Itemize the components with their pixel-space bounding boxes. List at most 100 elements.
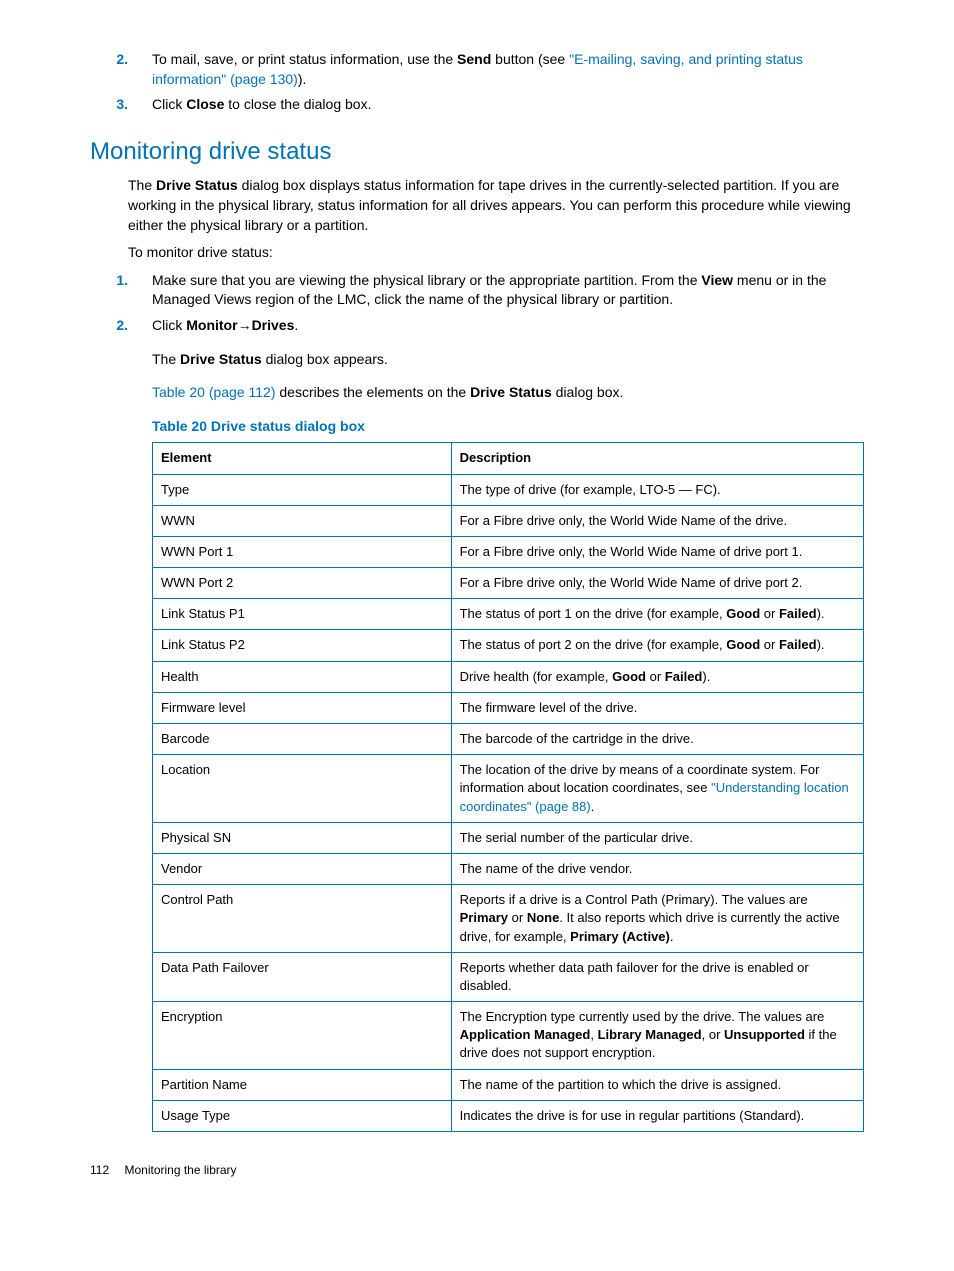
text: The serial number of the particular driv… — [460, 830, 693, 845]
list-number: 3. — [90, 95, 152, 115]
page-number: 112 — [90, 1163, 109, 1177]
text: , or — [702, 1027, 724, 1042]
cell-element: Location — [153, 755, 452, 823]
table-row: VendorThe name of the drive vendor. — [153, 853, 864, 884]
list-body: Click Monitor→Drives. — [152, 316, 864, 336]
bold: Good — [726, 606, 760, 621]
cell-desc: The location of the drive by means of a … — [451, 755, 863, 823]
bold: Primary (Active) — [570, 929, 670, 944]
text: For a Fibre drive only, the World Wide N… — [460, 513, 788, 528]
cell-element: Barcode — [153, 724, 452, 755]
table-row: Data Path FailoverReports whether data p… — [153, 952, 864, 1001]
cell-element: WWN Port 1 — [153, 536, 452, 567]
text: . — [591, 799, 595, 814]
text: The Encryption type currently used by th… — [460, 1009, 825, 1024]
cell-desc: The type of drive (for example, LTO-5 — … — [451, 474, 863, 505]
cell-desc: The Encryption type currently used by th… — [451, 1002, 863, 1070]
ordered-item-2: 2. To mail, save, or print status inform… — [90, 50, 864, 89]
table-row: HealthDrive health (for example, Good or… — [153, 661, 864, 692]
cell-desc: Drive health (for example, Good or Faile… — [451, 661, 863, 692]
footer-title: Monitoring the library — [124, 1163, 236, 1177]
text: Click — [152, 96, 186, 112]
text: or — [646, 669, 665, 684]
cell-desc: Reports if a drive is a Control Path (Pr… — [451, 885, 863, 953]
nested-para-2: Table 20 (page 112) describes the elemen… — [152, 383, 864, 403]
bold: Primary — [460, 910, 508, 925]
bold-monitor: Monitor — [186, 317, 237, 333]
text: The name of the partition to which the d… — [460, 1077, 782, 1092]
bold: Application Managed — [460, 1027, 591, 1042]
cell-element: WWN — [153, 505, 452, 536]
text: Reports whether data path failover for t… — [460, 960, 809, 993]
cell-element: Link Status P2 — [153, 630, 452, 661]
bold: Good — [726, 637, 760, 652]
cell-desc: Reports whether data path failover for t… — [451, 952, 863, 1001]
list-body: Make sure that you are viewing the physi… — [152, 271, 864, 310]
text: ). — [817, 637, 825, 652]
paragraph-to-monitor: To monitor drive status: — [128, 243, 864, 263]
cell-desc: The name of the drive vendor. — [451, 853, 863, 884]
bold: Unsupported — [724, 1027, 805, 1042]
text: Make sure that you are viewing the physi… — [152, 272, 701, 288]
cell-element: Usage Type — [153, 1100, 452, 1131]
text: The status of port 2 on the drive (for e… — [460, 637, 727, 652]
cell-desc: For a Fibre drive only, the World Wide N… — [451, 536, 863, 567]
cell-desc: The firmware level of the drive. — [451, 692, 863, 723]
text: Click — [152, 317, 186, 333]
list-number: 1. — [90, 271, 152, 310]
text: Indicates the drive is for use in regula… — [460, 1108, 805, 1123]
bold: None — [527, 910, 560, 925]
bold-drive-status: Drive Status — [470, 384, 552, 400]
text: ). — [702, 669, 710, 684]
cell-desc: Indicates the drive is for use in regula… — [451, 1100, 863, 1131]
list-body: To mail, save, or print status informati… — [152, 50, 864, 89]
step-1: 1. Make sure that you are viewing the ph… — [90, 271, 864, 310]
text: to close the dialog box. — [224, 96, 371, 112]
text: To mail, save, or print status informati… — [152, 51, 457, 67]
bold-drives: Drives — [252, 317, 295, 333]
table-row: Partition NameThe name of the partition … — [153, 1069, 864, 1100]
table-header-row: Element Description — [153, 443, 864, 474]
page-footer: 112 Monitoring the library — [90, 1162, 864, 1179]
arrow-icon: → — [238, 317, 252, 333]
table-row: WWN Port 1 For a Fibre drive only, the Wo… — [153, 536, 864, 567]
text: The name of the drive vendor. — [460, 861, 633, 876]
table-row: BarcodeThe barcode of the cartridge in t… — [153, 724, 864, 755]
cell-element: Link Status P1 — [153, 599, 452, 630]
list-body: Click Close to close the dialog box. — [152, 95, 864, 115]
table-row: Control Path Reports if a drive is a Cont… — [153, 885, 864, 953]
cell-element: Data Path Failover — [153, 952, 452, 1001]
text: The — [152, 351, 180, 367]
bold-drive-status: Drive Status — [180, 351, 262, 367]
bold: Library Managed — [598, 1027, 702, 1042]
text: Reports if a drive is a Control Path (Pr… — [460, 892, 808, 907]
link-table-20[interactable]: Table 20 (page 112) — [152, 384, 276, 400]
bold: Failed — [665, 669, 703, 684]
text: The — [128, 177, 156, 193]
text: or — [760, 606, 779, 621]
bold: Good — [612, 669, 646, 684]
cell-element: Physical SN — [153, 822, 452, 853]
text: ). — [298, 71, 307, 87]
table-row: Physical SN The serial number of the part… — [153, 822, 864, 853]
table-row: Link Status P1The status of port 1 on th… — [153, 599, 864, 630]
text: ). — [817, 606, 825, 621]
cell-element: Type — [153, 474, 452, 505]
th-description: Description — [451, 443, 863, 474]
cell-element: Firmware level — [153, 692, 452, 723]
step-2: 2. Click Monitor→Drives. — [90, 316, 864, 336]
text: For a Fibre drive only, the World Wide N… — [460, 575, 803, 590]
cell-element: Health — [153, 661, 452, 692]
cell-desc: The barcode of the cartridge in the driv… — [451, 724, 863, 755]
cell-element: Control Path — [153, 885, 452, 953]
cell-desc: The serial number of the particular driv… — [451, 822, 863, 853]
text: For a Fibre drive only, the World Wide N… — [460, 544, 803, 559]
nested-para-1: The Drive Status dialog box appears. — [152, 350, 864, 370]
table-row: WWN Port 2For a Fibre drive only, the Wo… — [153, 568, 864, 599]
text: dialog box. — [552, 384, 624, 400]
text: The type of drive (for example, LTO-5 — … — [460, 482, 721, 497]
text: describes the elements on the — [276, 384, 471, 400]
text: The firmware level of the drive. — [460, 700, 638, 715]
ordered-item-3: 3. Click Close to close the dialog box. — [90, 95, 864, 115]
text: . — [670, 929, 674, 944]
